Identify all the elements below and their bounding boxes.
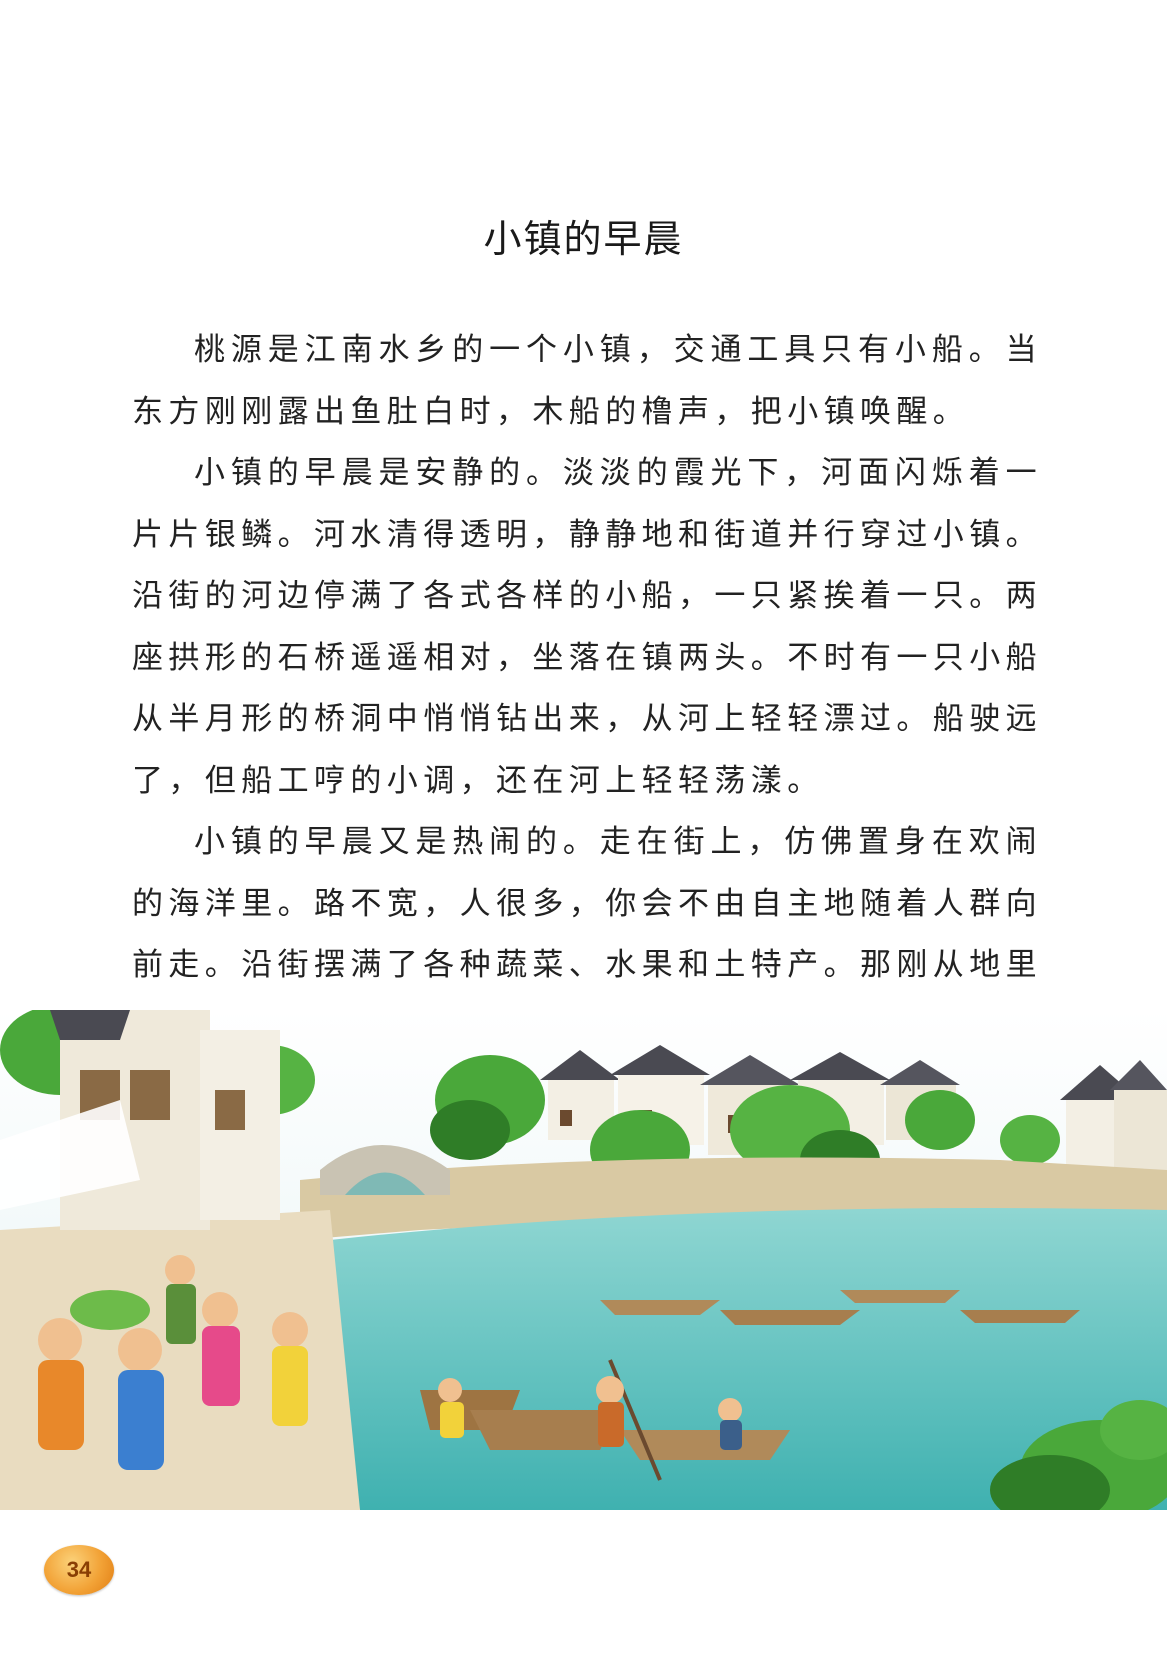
page-number-badge: 34 xyxy=(44,1545,114,1595)
paragraph-1: 桃源是江南水乡的一个小镇，交通工具只有小船。当东方刚刚露出鱼肚白时，木船的橹声，… xyxy=(132,332,1042,430)
textbook-page: 小镇的早晨 桃源是江南水乡的一个小镇，交通工具只有小船。当东方刚刚露出鱼肚白时，… xyxy=(0,0,1167,1667)
article-body: 桃源是江南水乡的一个小镇，交通工具只有小船。当东方刚刚露出鱼肚白时，木船的橹声，… xyxy=(132,320,1042,1120)
water-town-illustration-icon xyxy=(0,1010,1167,1510)
paragraph-2: 小镇的早晨是安静的。淡淡的霞光下，河面闪烁着一片片银鳞。河水清得透明，静静地和街… xyxy=(132,455,1042,799)
page-title: 小镇的早晨 xyxy=(483,217,684,261)
